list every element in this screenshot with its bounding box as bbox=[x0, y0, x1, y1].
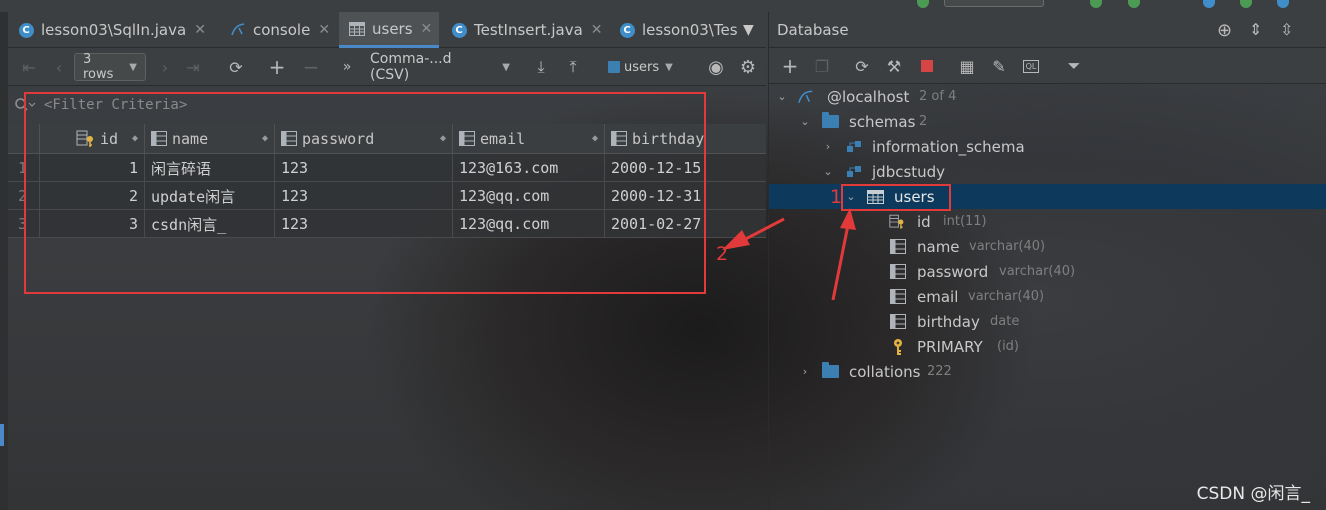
annotation-arrows bbox=[722, 208, 856, 301]
annotation-arrow-to-users bbox=[831, 224, 850, 301]
arrowhead-icon bbox=[840, 208, 856, 230]
watermark-text: CSDN @闲言_ bbox=[1196, 484, 1310, 504]
arrowhead-icon bbox=[722, 230, 750, 250]
